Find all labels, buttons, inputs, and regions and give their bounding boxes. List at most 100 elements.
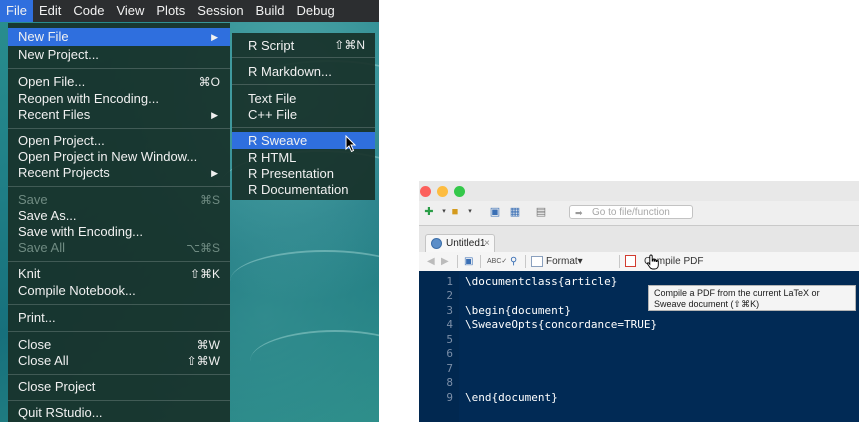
save-all-icon[interactable]: ▦ bbox=[507, 205, 523, 219]
format-menu-button[interactable]: Format▾ bbox=[546, 254, 583, 269]
menu-item-label: Compile Notebook... bbox=[18, 283, 136, 298]
menu-item-label: Open Project... bbox=[18, 133, 105, 148]
minimize-window-button[interactable] bbox=[437, 186, 448, 197]
spellcheck-icon[interactable]: ABC✓ bbox=[487, 254, 507, 269]
menu-build[interactable]: Build bbox=[250, 0, 291, 22]
submenu-item-r-markdown[interactable]: R Markdown... bbox=[232, 63, 375, 80]
latex-argument: {article} bbox=[557, 275, 618, 288]
forward-arrow-icon[interactable]: ▶ bbox=[441, 254, 449, 269]
menu-item-compile-notebook[interactable]: Compile Notebook... bbox=[8, 282, 230, 300]
line-number: 1 bbox=[446, 275, 453, 288]
file-menu-dropdown: New File ▶ New Project... Open File... ⌘… bbox=[8, 23, 230, 422]
compile-pdf-tooltip: Compile a PDF from the current LaTeX or … bbox=[648, 285, 856, 311]
tooltip-line: Sweave document (⇧⌘K) bbox=[654, 299, 760, 309]
arrow-right-icon: ➡ bbox=[575, 208, 583, 218]
title-bar bbox=[419, 181, 859, 201]
line-number: 9 bbox=[446, 391, 453, 404]
menu-item-label: Save bbox=[18, 192, 48, 207]
submenu-item-r-presentation[interactable]: R Presentation bbox=[232, 165, 375, 182]
menu-debug[interactable]: Debug bbox=[290, 0, 340, 22]
hand-pointer-icon bbox=[646, 254, 659, 270]
menu-item-label: Open Project in New Window... bbox=[18, 149, 198, 164]
menu-item-label: New File bbox=[18, 29, 69, 44]
zoom-window-button[interactable] bbox=[454, 186, 465, 197]
new-file-icon[interactable]: ✚ bbox=[421, 205, 437, 219]
menu-item-label: Reopen with Encoding... bbox=[18, 91, 159, 106]
menu-item-label: Print... bbox=[18, 310, 56, 325]
code-line: \SweaveOpts{concordance=TRUE} bbox=[465, 318, 657, 332]
latex-command: \SweaveOpts bbox=[465, 318, 538, 331]
back-arrow-icon[interactable]: ◀ bbox=[427, 254, 435, 269]
menu-item-label: Text File bbox=[248, 91, 297, 106]
editor-tab-strip: Untitled1 × bbox=[419, 226, 859, 252]
submenu-item-cpp-file[interactable]: C++ File bbox=[232, 106, 375, 123]
menu-item-label: Recent Projects bbox=[18, 165, 110, 180]
menu-session[interactable]: Session bbox=[191, 0, 249, 22]
menu-item-label: Quit RStudio... bbox=[18, 405, 103, 420]
menu-separator bbox=[8, 68, 230, 69]
menu-separator bbox=[8, 304, 230, 305]
format-label: Format bbox=[546, 256, 578, 267]
wave-decoration bbox=[230, 250, 379, 312]
menu-plots[interactable]: Plots bbox=[150, 0, 191, 22]
close-window-button[interactable] bbox=[420, 186, 431, 197]
menu-item-close-all[interactable]: Close All ⇧⌘W bbox=[8, 352, 230, 370]
menu-item-label: C++ File bbox=[248, 107, 298, 122]
menu-separator bbox=[8, 374, 230, 375]
latex-argument: {document} bbox=[504, 304, 571, 317]
menu-separator bbox=[232, 84, 375, 85]
menu-item-label: Close All bbox=[18, 353, 69, 368]
tab-title: Untitled1 bbox=[446, 238, 486, 249]
submenu-item-r-script[interactable]: R Script ⇧⌘N bbox=[232, 37, 375, 54]
line-number: 8 bbox=[446, 376, 453, 389]
menu-item-new-project[interactable]: New Project... bbox=[8, 46, 230, 64]
menu-item-recent-files[interactable]: Recent Files ▶ bbox=[8, 106, 230, 124]
shortcut-label: ⌘O bbox=[198, 75, 220, 89]
menu-item-new-file[interactable]: New File ▶ bbox=[8, 28, 230, 46]
menu-item-label: R Presentation bbox=[248, 166, 334, 181]
submenu-arrow-icon: ▶ bbox=[211, 110, 218, 120]
save-icon[interactable]: ▣ bbox=[487, 205, 503, 219]
menu-separator bbox=[8, 400, 230, 401]
menu-item-label: Save All bbox=[18, 240, 65, 255]
menu-item-label: R Documentation bbox=[248, 182, 349, 197]
menu-item-label: Knit bbox=[18, 266, 41, 281]
line-number: 7 bbox=[446, 362, 453, 375]
menu-file[interactable]: File bbox=[0, 0, 33, 22]
submenu-item-r-documentation[interactable]: R Documentation bbox=[232, 181, 375, 198]
latex-command: \documentclass bbox=[465, 275, 558, 288]
shortcut-label: ⌥⌘S bbox=[186, 241, 220, 255]
menu-item-knit[interactable]: Knit ⇧⌘K bbox=[8, 265, 230, 283]
menu-separator bbox=[232, 57, 375, 58]
menu-item-label: Open File... bbox=[18, 74, 86, 89]
menu-item-close-project[interactable]: Close Project bbox=[8, 378, 230, 396]
chevron-down-icon[interactable]: ▾ bbox=[462, 205, 478, 219]
editor-window: ✚ ▾ ■ ▾ ▣ ▦ ▤ ➡ Go to file/function Unti… bbox=[419, 181, 859, 422]
menu-view[interactable]: View bbox=[110, 0, 150, 22]
menu-item-quit[interactable]: Quit RStudio... bbox=[8, 404, 230, 422]
mouse-pointer-icon bbox=[345, 135, 357, 153]
main-toolbar: ✚ ▾ ■ ▾ ▣ ▦ ▤ ➡ Go to file/function bbox=[419, 201, 859, 226]
menu-item-open-file[interactable]: Open File... ⌘O bbox=[8, 73, 230, 91]
menu-code[interactable]: Code bbox=[67, 0, 110, 22]
menu-item-label: Recent Files bbox=[18, 107, 91, 122]
menu-item-save-all: Save All ⌥⌘S bbox=[8, 239, 230, 257]
submenu-arrow-icon: ▶ bbox=[211, 32, 218, 42]
menu-edit[interactable]: Edit bbox=[33, 0, 67, 22]
menu-item-print[interactable]: Print... bbox=[8, 309, 230, 327]
menu-item-label: Save As... bbox=[18, 208, 77, 223]
tab-untitled1[interactable]: Untitled1 × bbox=[425, 234, 495, 252]
print-icon[interactable]: ▤ bbox=[533, 205, 549, 219]
line-number: 6 bbox=[446, 347, 453, 360]
new-project-icon[interactable]: ■ bbox=[447, 205, 463, 219]
submenu-item-text-file[interactable]: Text File bbox=[232, 90, 375, 107]
menu-separator bbox=[232, 127, 375, 128]
new-file-submenu: R Script ⇧⌘N R Markdown... Text File C++… bbox=[232, 33, 375, 200]
menu-item-label: New Project... bbox=[18, 47, 99, 62]
go-to-file-input[interactable]: ➡ Go to file/function bbox=[569, 205, 693, 219]
save-icon[interactable]: ▣ bbox=[464, 254, 473, 269]
close-tab-icon[interactable]: × bbox=[484, 235, 490, 253]
search-icon[interactable]: ⚲ bbox=[510, 254, 517, 269]
menu-item-recent-projects[interactable]: Recent Projects ▶ bbox=[8, 164, 230, 182]
code-line: \begin{document} bbox=[465, 304, 571, 318]
